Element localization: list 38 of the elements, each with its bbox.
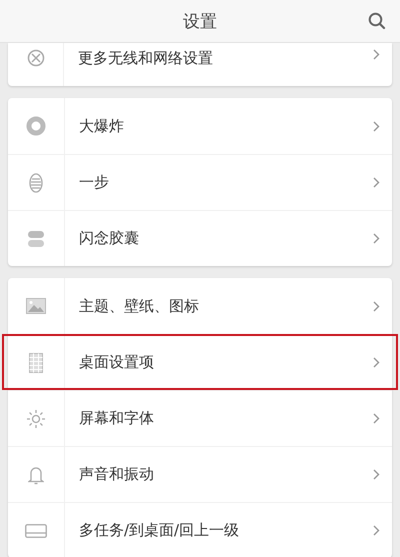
settings-label: 主题、壁纸、图标: [78, 296, 200, 316]
capsule-icon: [27, 230, 45, 248]
settings-row[interactable]: 桌面设置项: [2, 334, 398, 390]
tray-icon: [25, 524, 47, 538]
bell-icon: [28, 464, 44, 484]
chevron-icon: [373, 469, 380, 480]
chevron-icon: [373, 120, 380, 132]
settings-label: 声音和振动: [78, 465, 155, 484]
striped-oval-icon: [29, 172, 43, 192]
settings-label: 桌面设置项: [78, 353, 155, 372]
settings-label: 一步: [78, 173, 110, 192]
settings-row[interactable]: 主题、壁纸、图标: [8, 278, 392, 334]
sun-icon: [26, 408, 46, 428]
settings-label: 闪念胶囊: [78, 229, 140, 248]
crossed-circle-icon: [26, 49, 44, 67]
settings-row[interactable]: 多任务/到桌面/回上一级: [8, 502, 392, 557]
image-icon: [26, 298, 46, 314]
settings-row[interactable]: 大爆炸: [8, 98, 392, 154]
settings-row[interactable]: 屏幕和字体: [8, 390, 392, 446]
chevron-icon: [373, 413, 380, 424]
settings-row[interactable]: 更多无线和网络设置: [8, 43, 392, 86]
chevron-icon: [373, 525, 380, 536]
page-title: 设置: [183, 10, 217, 32]
settings-row[interactable]: 一步: [8, 154, 392, 210]
chevron-icon: [373, 49, 380, 60]
chevron-icon: [373, 300, 380, 312]
chevron-icon: [373, 233, 380, 244]
settings-row[interactable]: 声音和振动: [8, 446, 392, 502]
settings-label: 更多无线和网络设置: [77, 49, 214, 68]
grid-icon: [29, 352, 43, 372]
settings-label: 多任务/到桌面/回上一级: [78, 521, 240, 540]
chevron-icon: [373, 177, 380, 188]
ring-icon: [26, 116, 46, 136]
settings-row[interactable]: 闪念胶囊: [8, 210, 392, 266]
settings-label: 大爆炸: [78, 116, 125, 136]
settings-label: 屏幕和字体: [78, 409, 155, 428]
search-icon[interactable]: [368, 12, 386, 30]
chevron-icon: [373, 357, 380, 368]
